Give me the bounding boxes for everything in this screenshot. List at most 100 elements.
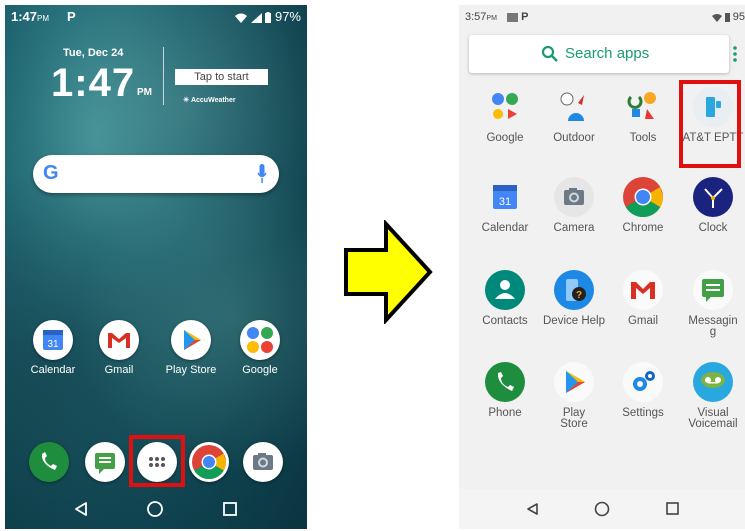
widget-divider <box>163 47 164 105</box>
mic-icon[interactable] <box>257 164 267 184</box>
device-help-icon: ? <box>554 270 594 310</box>
clock-date: Tue, Dec 24 <box>63 47 124 59</box>
visual-voicemail-icon <box>693 362 733 402</box>
camera-icon <box>554 177 594 217</box>
app-device-help[interactable]: ? Device Help <box>542 270 606 327</box>
app-settings[interactable]: Settings <box>611 362 675 419</box>
app-label: Calendar <box>30 364 76 376</box>
app-label: Gmail <box>627 315 659 327</box>
app-label: Play Store <box>560 407 588 430</box>
search-apps-label: Search apps <box>565 45 650 62</box>
app-label: Visual Voicemail <box>688 407 738 430</box>
more-options-icon[interactable] <box>733 45 737 63</box>
app-label: Gmail <box>104 364 134 376</box>
recents-icon[interactable] <box>666 502 679 515</box>
phone-icon <box>485 362 525 402</box>
app-messaging[interactable]: Messaging <box>681 270 745 338</box>
app-drawer-screen: 3:57PM P 95 Search apps Google Outdoor T… <box>459 5 745 529</box>
battery-percent: 97% <box>274 9 301 24</box>
home-app-google-folder[interactable]: Google <box>230 320 290 376</box>
messages-icon[interactable] <box>85 442 125 482</box>
navigation-bar <box>5 491 307 529</box>
home-app-play-store[interactable]: Play Store <box>161 320 221 376</box>
app-label: Calendar <box>481 222 529 234</box>
accuweather-logo: ☀ AccuWeather <box>183 97 236 104</box>
google-search-bar[interactable]: G <box>33 155 279 193</box>
chrome-icon[interactable] <box>189 442 229 482</box>
search-apps-bar[interactable]: Search apps <box>469 35 729 73</box>
signal-icon <box>250 12 262 23</box>
navigation-bar <box>459 489 745 529</box>
app-label: Chrome <box>622 222 664 234</box>
home-app-calendar[interactable]: 31 Calendar <box>23 320 83 376</box>
app-label: Device Help <box>543 315 605 327</box>
messaging-icon <box>693 270 733 310</box>
app-drawer-highlight <box>129 435 185 487</box>
clock-icon <box>693 177 733 217</box>
app-google[interactable]: Google <box>473 87 537 144</box>
app-clock[interactable]: Clock <box>681 177 745 234</box>
status-bar: 1:47PM P 97% <box>11 9 301 27</box>
svg-text:?: ? <box>576 290 582 301</box>
app-label: Settings <box>622 407 664 419</box>
chrome-icon <box>623 177 663 217</box>
status-time: 1:47 <box>11 9 38 24</box>
calendar-icon: 31 <box>485 177 525 217</box>
right-arrow-icon <box>344 220 433 324</box>
app-label: Phone <box>488 407 522 419</box>
contacts-icon <box>485 270 525 310</box>
outdoor-folder-icon <box>554 87 594 127</box>
clock-ampm: PM <box>137 87 152 98</box>
app-phone[interactable]: Phone <box>473 362 537 419</box>
gmail-icon <box>99 320 139 360</box>
app-label: Play Store <box>165 364 217 376</box>
status-ampm: PM <box>486 15 497 22</box>
status-bar: 3:57PM P 95 <box>465 11 745 27</box>
home-screen: 1:47PM P 97% Tue, Dec 24 1:47 PM Tap to … <box>5 5 307 529</box>
app-chrome[interactable]: Chrome <box>611 177 675 234</box>
app-outdoor[interactable]: Outdoor <box>542 87 606 144</box>
app-calendar[interactable]: 31 Calendar <box>473 177 537 234</box>
camera-icon[interactable] <box>243 442 283 482</box>
status-ampm: PM <box>37 14 50 23</box>
search-icon <box>541 45 558 62</box>
notification-image-icon <box>507 12 518 22</box>
app-camera[interactable]: Camera <box>542 177 606 234</box>
battery-percent: 95 <box>732 11 745 23</box>
google-folder-icon <box>485 87 525 127</box>
app-play-store[interactable]: Play Store <box>542 362 606 430</box>
app-tools[interactable]: Tools <box>611 87 675 144</box>
sun-icon: ☀ <box>183 97 190 104</box>
weather-tap-button[interactable]: Tap to start <box>175 69 268 85</box>
carrier-icon: P <box>67 9 76 24</box>
tools-folder-icon <box>623 87 663 127</box>
back-icon[interactable] <box>73 501 89 517</box>
calendar-icon: 31 <box>33 320 73 360</box>
app-label: Messaging <box>688 315 738 338</box>
att-eptt-highlight <box>679 80 741 168</box>
app-label: Tools <box>629 132 657 144</box>
app-label: Clock <box>698 222 728 234</box>
google-logo-icon: G <box>43 162 59 184</box>
svg-text:31: 31 <box>47 339 59 350</box>
home-icon[interactable] <box>146 500 164 518</box>
app-gmail[interactable]: Gmail <box>611 270 675 327</box>
home-icon[interactable] <box>594 501 610 517</box>
clock-widget[interactable]: Tue, Dec 24 1:47 PM Tap to start ☀ AccuW… <box>5 35 307 115</box>
play-store-icon <box>171 320 211 360</box>
app-label: Contacts <box>482 315 528 327</box>
status-time: 3:57 <box>465 11 487 23</box>
app-visual-voicemail[interactable]: Visual Voicemail <box>681 362 745 430</box>
carrier-icon: P <box>521 11 529 23</box>
back-icon[interactable] <box>525 502 539 516</box>
battery-icon <box>265 12 272 24</box>
phone-icon[interactable] <box>29 442 69 482</box>
home-app-gmail[interactable]: Gmail <box>89 320 149 376</box>
wifi-icon <box>235 13 248 23</box>
svg-text:31: 31 <box>499 196 511 208</box>
clock-time: 1:47 <box>51 61 136 105</box>
recents-icon[interactable] <box>223 502 237 516</box>
settings-icon <box>623 362 663 402</box>
app-contacts[interactable]: Contacts <box>473 270 537 327</box>
battery-icon <box>724 13 730 23</box>
